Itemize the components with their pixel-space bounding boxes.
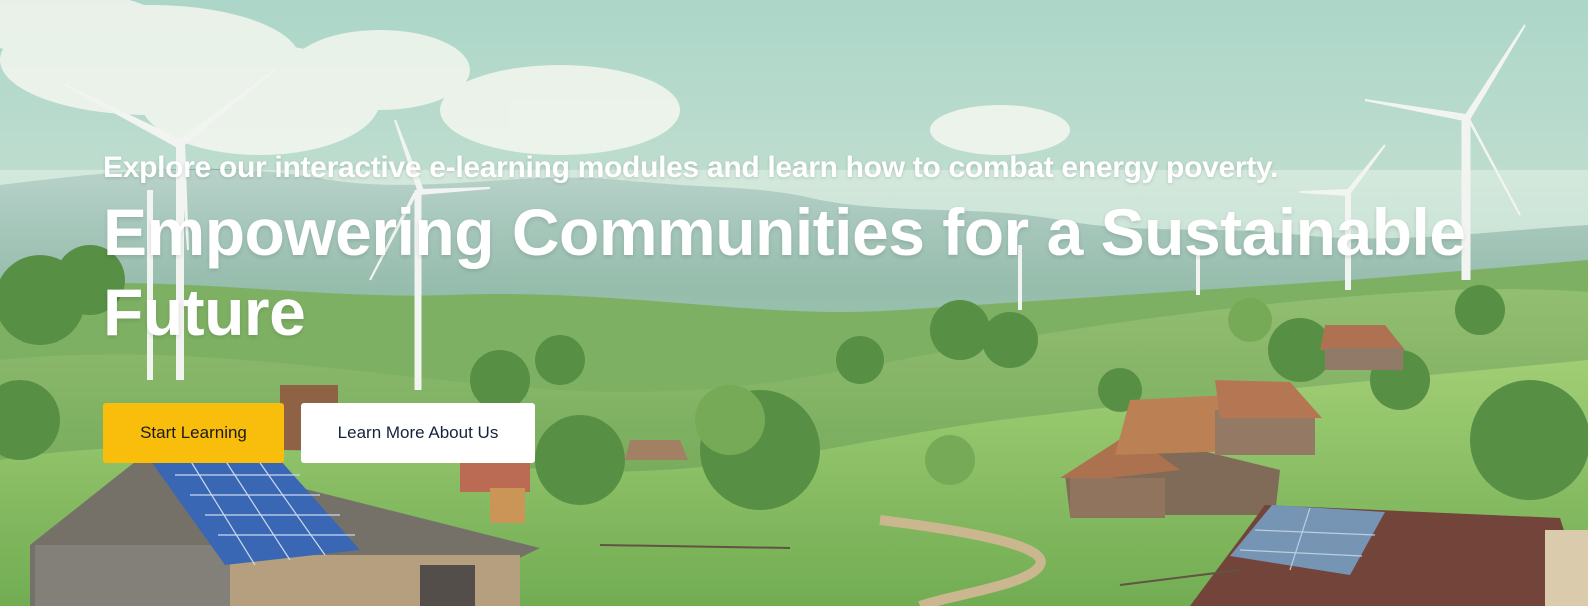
learn-more-button[interactable]: Learn More About Us: [301, 403, 535, 463]
hero-text-block: Explore our interactive e-learning modul…: [103, 150, 1543, 352]
hero-eyebrow: Explore our interactive e-learning modul…: [103, 151, 1279, 184]
hero-actions: Start Learning Learn More About Us: [103, 403, 535, 463]
hero-section: Explore our interactive e-learning modul…: [0, 0, 1588, 606]
start-learning-button[interactable]: Start Learning: [103, 403, 284, 463]
page-title: Empowering Communities for a Sustainable…: [103, 195, 1466, 349]
